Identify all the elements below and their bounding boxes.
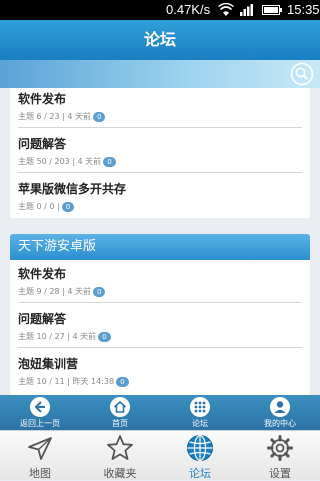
board-title: 泡妞集训营 [18, 357, 79, 371]
tab-label: 收藏夹 [103, 467, 137, 480]
search-bar [0, 60, 320, 88]
board-stats: 主题 50 / 203 | 4 天前 [18, 157, 102, 166]
tab-map[interactable]: 地图 [0, 431, 80, 481]
back-arrow-icon [30, 397, 50, 417]
board-title: 软件发布 [18, 267, 67, 281]
search-icon[interactable] [290, 62, 314, 86]
board-meta: 主题 6 / 23 | 4 天前 0 [18, 111, 302, 123]
home-button[interactable]: 首页 [80, 395, 160, 430]
list-item[interactable]: 问题解答 主题 10 / 27 | 4 天前 0 [18, 311, 302, 343]
star-icon [107, 435, 133, 460]
page-title: 论坛 [143, 30, 176, 49]
list-item[interactable]: 苹果版微信多开共存 主题 0 / 0 | 0 [18, 181, 302, 213]
tab-settings[interactable]: 设置 [240, 431, 320, 481]
divider [18, 172, 302, 173]
forum-quick-label: 论坛 [192, 419, 208, 428]
tab-favorites[interactable]: 收藏夹 [80, 431, 160, 481]
unread-badge: 0 [93, 286, 106, 297]
network-speed: 0.47K/s [166, 2, 211, 17]
grid-icon [190, 397, 210, 417]
quick-nav-bar: 返回上一页 首页 论坛 我的中心 [0, 395, 320, 430]
forum-section-card: 软件发布 主题 6 / 23 | 4 天前 0 问题解答 主题 50 / 203 … [10, 88, 310, 218]
divider [18, 127, 302, 128]
list-item[interactable]: 问题解答 主题 50 / 203 | 4 天前 0 [18, 136, 302, 168]
list-item[interactable]: 软件发布 主题 9 / 28 | 4 天前 0 [18, 266, 302, 298]
wifi-icon [218, 3, 234, 16]
home-icon [110, 397, 130, 417]
back-label: 返回上一页 [20, 419, 60, 428]
board-stats: 主题 9 / 28 | 4 天前 [18, 287, 92, 296]
forum-quick-button[interactable]: 论坛 [160, 395, 240, 430]
unread-badge: 0 [61, 201, 75, 212]
board-stats: 主题 6 / 23 | 4 天前 [18, 112, 92, 121]
forum-list: 软件发布 主题 6 / 23 | 4 天前 0 问题解答 主题 50 / 203 … [0, 88, 320, 395]
forum-section-card: 天下游安卓版 软件发布 主题 9 / 28 | 4 天前 0 问题解答 主题 10… [10, 234, 310, 395]
tab-bar: 地图 收藏夹 论坛 设置 [0, 430, 320, 480]
list-item[interactable]: 软件发布 主题 6 / 23 | 4 天前 0 [18, 91, 302, 123]
unread-badge: 0 [116, 376, 129, 387]
my-center-button[interactable]: 我的中心 [240, 395, 320, 430]
board-meta: 主题 50 / 203 | 4 天前 0 [18, 156, 302, 168]
status-bar: 0.47K/s 15:35 [0, 0, 320, 20]
battery-icon [262, 5, 282, 15]
board-meta: 主题 0 / 0 | 0 [18, 201, 302, 213]
back-button[interactable]: 返回上一页 [0, 395, 80, 430]
board-stats: 主题 10 / 27 | 4 天前 [18, 332, 97, 341]
section-header[interactable]: 天下游安卓版 [10, 234, 310, 260]
board-stats: 主题 10 / 11 | 昨天 14:38 [18, 377, 115, 386]
unread-badge: 0 [103, 156, 116, 167]
board-title: 问题解答 [18, 312, 67, 326]
tab-forum[interactable]: 论坛 [160, 431, 240, 481]
tab-label: 设置 [269, 467, 291, 480]
divider [18, 347, 302, 348]
gear-icon [267, 435, 293, 461]
globe-icon [187, 434, 213, 462]
board-title: 苹果版微信多开共存 [18, 182, 127, 196]
unread-badge: 0 [93, 111, 106, 122]
list-item[interactable]: 泡妞集训营 主题 10 / 11 | 昨天 14:38 0 [18, 356, 302, 388]
divider [18, 302, 302, 303]
board-meta: 主题 9 / 28 | 4 天前 0 [18, 286, 302, 298]
user-icon [270, 397, 290, 417]
board-title: 问题解答 [18, 137, 67, 151]
title-bar: 论坛 [0, 20, 320, 60]
paper-plane-icon [28, 437, 52, 460]
unread-badge: 0 [98, 331, 111, 342]
my-center-label: 我的中心 [264, 419, 296, 428]
tab-label: 论坛 [189, 467, 211, 480]
board-title: 软件发布 [18, 92, 67, 106]
home-label: 首页 [112, 419, 128, 428]
signal-icon [240, 4, 253, 16]
clock: 15:35 [287, 2, 320, 17]
board-stats: 主题 0 / 0 | [18, 202, 60, 211]
board-meta: 主题 10 / 11 | 昨天 14:38 0 [18, 376, 302, 388]
board-meta: 主题 10 / 27 | 4 天前 0 [18, 331, 302, 343]
tab-label: 地图 [29, 467, 51, 480]
section-title: 天下游安卓版 [18, 239, 97, 254]
